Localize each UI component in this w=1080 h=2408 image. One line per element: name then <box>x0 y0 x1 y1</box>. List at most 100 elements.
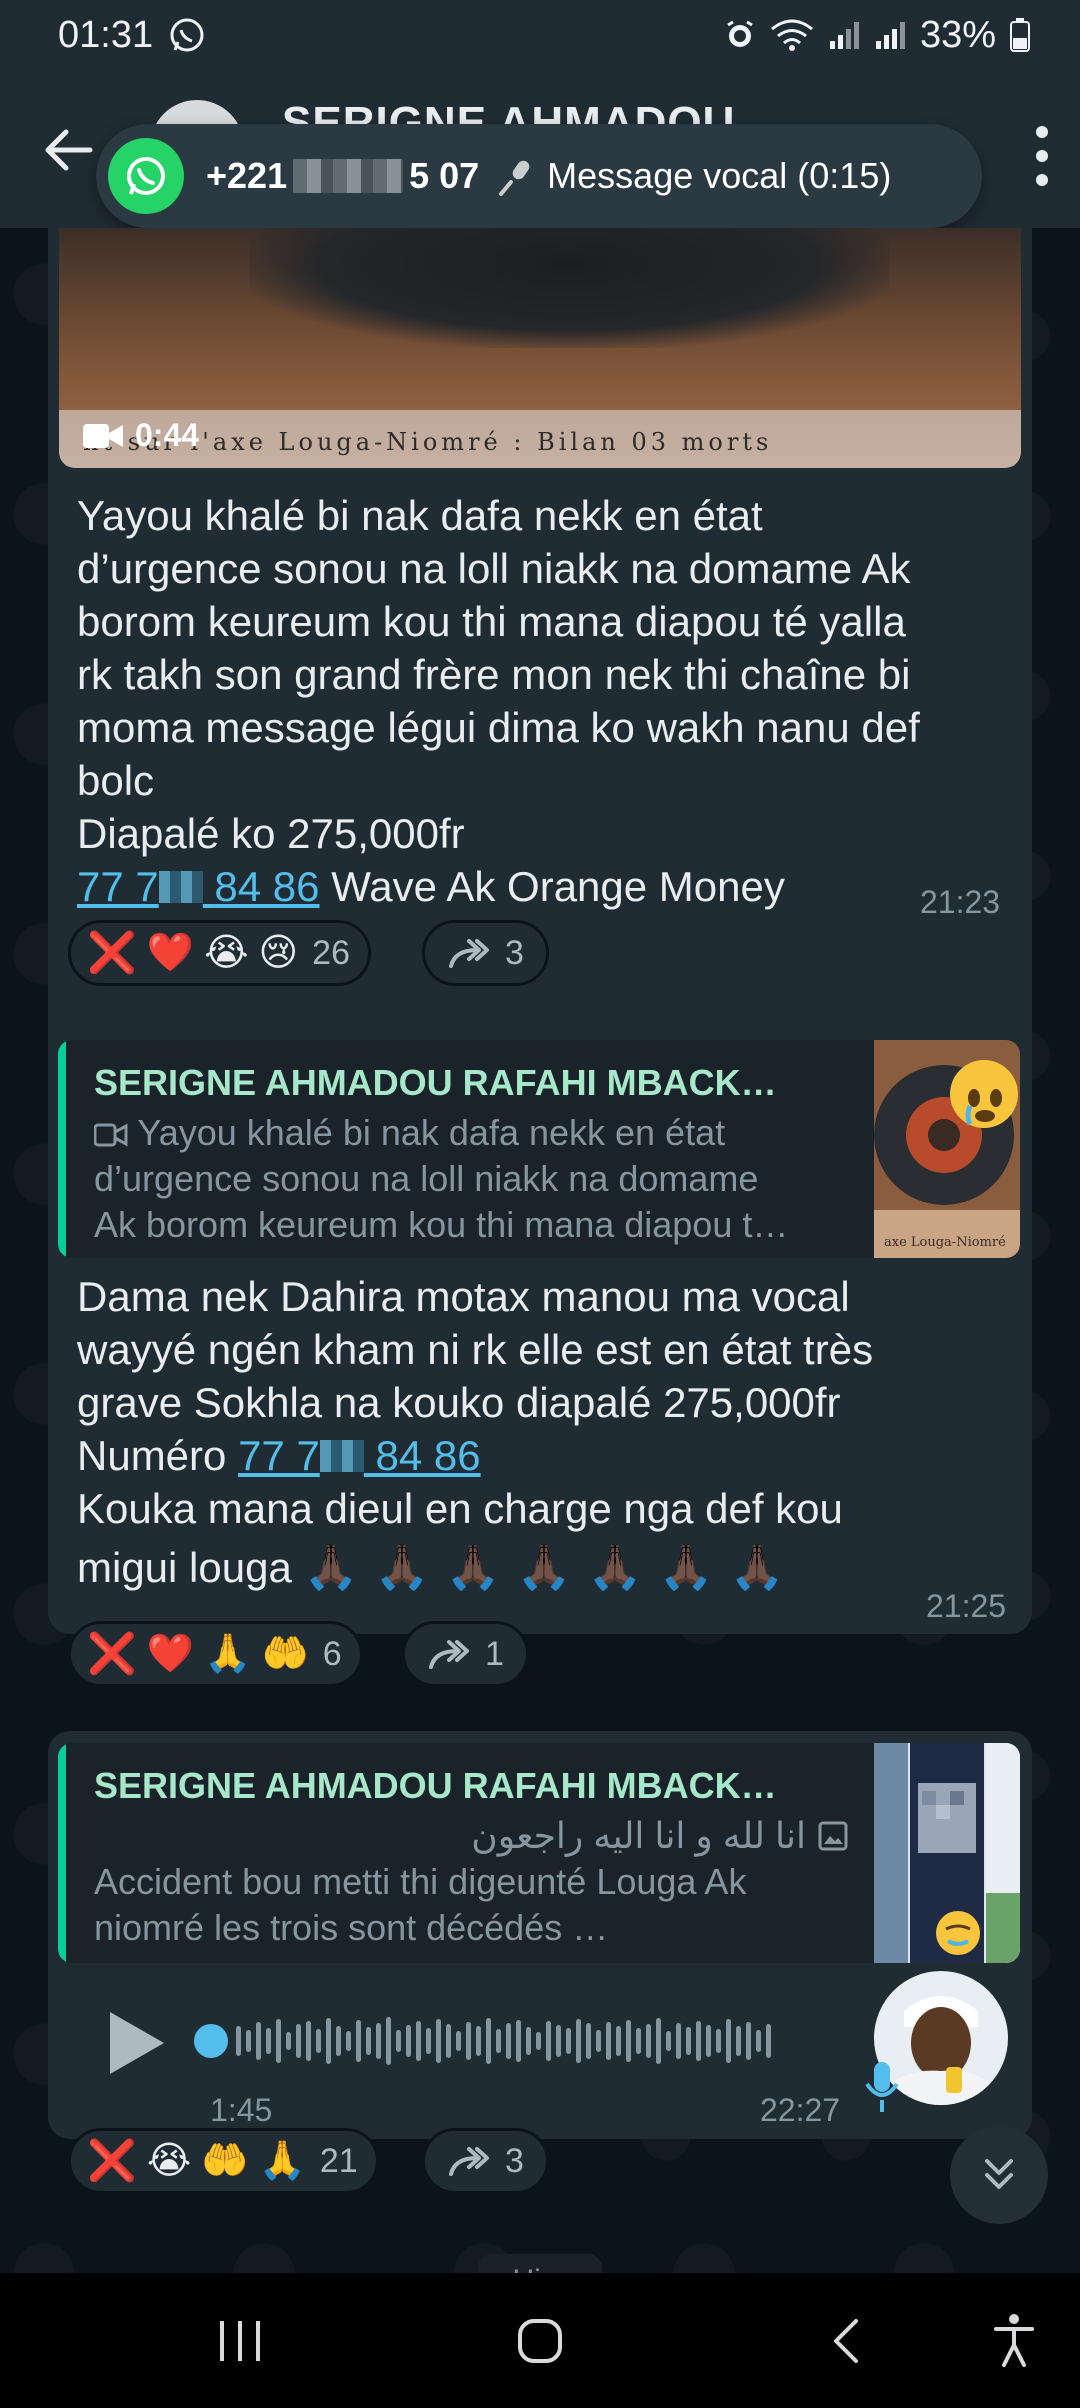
phone-redacted <box>293 159 404 193</box>
reactions-2[interactable]: ❌ ❤️ 🙏 🤲 6 <box>68 1621 363 1687</box>
status-icons: 33% <box>724 14 1030 57</box>
waveform-bar <box>496 2029 501 2053</box>
quote-thumbnail <box>874 1743 1020 1963</box>
phone-redacted <box>319 1440 364 1472</box>
phone-link[interactable]: 77 7 84 86 <box>77 863 320 910</box>
recents-icon[interactable] <box>216 2319 264 2363</box>
waveform-bar <box>586 2023 591 2059</box>
svg-text:axe Louga-Niomré: axe Louga-Niomré <box>884 1235 1006 1250</box>
battery-percent: 33% <box>919 13 996 56</box>
waveform-bar <box>536 2032 541 2050</box>
forward-icon <box>449 939 489 968</box>
signal-icon-2 <box>875 22 905 49</box>
waveform-bar <box>346 2031 351 2051</box>
waveform-bar <box>466 2022 471 2060</box>
quote-line: d’urgence sonou na loll niakk na domame <box>94 1158 759 1199</box>
waveform-bar <box>246 2030 251 2052</box>
whatsapp-icon <box>108 138 184 214</box>
quote-line: Accident bou metti thi digeunté Louga Ak <box>94 1861 747 1902</box>
video-thumbnail[interactable]: nt sur l'axe Louga-Niomré : Bilan 03 mor… <box>59 228 1021 468</box>
reactions-1[interactable]: ❌ ❤️ 😭 😢 26 <box>68 920 371 986</box>
waveform-bar <box>646 2024 651 2058</box>
quote-line: Ak borom keureum kou thi mana diapou t… <box>94 1204 789 1245</box>
chat-area[interactable]: nt sur l'axe Louga-Niomré : Bilan 03 mor… <box>0 228 1080 2273</box>
waveform-bar <box>476 2026 481 2056</box>
forward-icon <box>449 2147 489 2176</box>
back-icon[interactable] <box>826 2317 866 2365</box>
system-nav-bar <box>0 2273 1080 2408</box>
microphone-icon <box>499 160 530 196</box>
status-time: 01:31 <box>58 13 154 56</box>
waveform-bar <box>526 2027 531 2055</box>
video-duration: 0:44 <box>135 417 200 453</box>
message-time-1: 21:23 <box>920 884 1001 920</box>
waveform-bar <box>296 2024 301 2058</box>
waveform-bar <box>316 2029 321 2053</box>
voice-message-notification[interactable]: +221 5 07 Message vocal (0:15) <box>96 124 982 228</box>
waveform-bar <box>336 2026 341 2056</box>
menu-dots-icon[interactable] <box>1032 126 1052 186</box>
play-icon[interactable] <box>104 2008 168 2078</box>
forward-count-pill[interactable]: 1 <box>402 1621 529 1687</box>
waveform-bar <box>276 2019 281 2063</box>
voice-scrubber[interactable] <box>194 2024 228 2058</box>
image-icon <box>818 1821 848 1851</box>
waveform-bar <box>566 2028 571 2054</box>
waveform-bar <box>286 2032 291 2050</box>
accessibility-icon[interactable] <box>992 2313 1036 2367</box>
waveform-bar <box>386 2017 391 2065</box>
waveform-bar <box>596 2030 601 2052</box>
waveform-bar <box>516 2020 521 2062</box>
voice-duration: 1:45 <box>210 2092 273 2128</box>
quoted-message-3[interactable]: SERIGNE AHMADOU RAFAHI MBACK… انا لله و … <box>58 1743 1020 1963</box>
home-icon[interactable] <box>516 2317 564 2365</box>
quote-author: SERIGNE AHMADOU RAFAHI MBACK… <box>94 1765 777 1806</box>
waveform-bar <box>256 2022 261 2060</box>
alarm-icon <box>727 20 753 47</box>
waveform-bar <box>396 2030 401 2052</box>
waveform-bar <box>606 2022 611 2060</box>
waveform-bar <box>766 2024 771 2058</box>
forward-count-pill[interactable]: 3 <box>422 2128 549 2194</box>
whatsapp-status-icon <box>170 18 204 52</box>
phone-redacted <box>158 871 203 903</box>
waveform-bar <box>506 2023 511 2059</box>
message-text-1: Yayou khalé bi nak dafa nekk en état d’u… <box>77 492 920 910</box>
message-text-2: Dama nek Dahira motax manou ma vocal way… <box>77 1273 874 1592</box>
waveform-bar <box>576 2019 581 2063</box>
waveform-bar <box>616 2026 621 2056</box>
voice-waveform[interactable] <box>236 2015 771 2067</box>
phone-prefix: +221 <box>206 155 288 196</box>
waveform-bar <box>366 2027 371 2055</box>
wifi-icon <box>771 19 813 51</box>
mic-icon <box>865 2062 899 2112</box>
reactions-3[interactable]: ❌ 😭 🤲 🙏 21 <box>68 2128 379 2194</box>
waveform-bar <box>546 2021 551 2061</box>
waveform-bar <box>726 2019 731 2063</box>
battery-icon <box>1010 18 1030 52</box>
waveform-bar <box>456 2031 461 2051</box>
phone-suffix: 5 07 <box>409 155 480 196</box>
waveform-bar <box>446 2024 451 2058</box>
forward-count-pill[interactable]: 3 <box>422 920 549 986</box>
video-camera-icon <box>93 1123 128 1147</box>
quote-author: SERIGNE AHMADOU RAFAHI MBACK… <box>94 1062 777 1103</box>
scroll-down-button[interactable] <box>950 2126 1048 2224</box>
quote-line: niomré les trois sont décédés … <box>94 1907 609 1948</box>
waveform-bar <box>756 2030 761 2052</box>
waveform-bar <box>436 2019 441 2063</box>
reaction-count: 26 <box>312 933 350 972</box>
video-camera-icon <box>83 423 123 448</box>
phone-link[interactable]: 77 7 84 86 <box>238 1432 481 1479</box>
waveform-bar <box>736 2026 741 2056</box>
back-arrow-icon[interactable] <box>40 122 96 178</box>
waveform-bar <box>356 2020 361 2062</box>
waveform-bar <box>656 2018 661 2064</box>
waveform-bar <box>706 2025 711 2057</box>
waveform-bar <box>636 2028 641 2054</box>
quoted-message-2[interactable]: SERIGNE AHMADOU RAFAHI MBACK… Yayou khal… <box>58 1040 1020 1258</box>
quote-arabic-line: انا لله و انا اليه راجعون <box>471 1815 848 1857</box>
waveform-bar <box>486 2018 491 2064</box>
reaction-count: 6 <box>322 1634 342 1673</box>
waveform-bar <box>376 2023 381 2059</box>
